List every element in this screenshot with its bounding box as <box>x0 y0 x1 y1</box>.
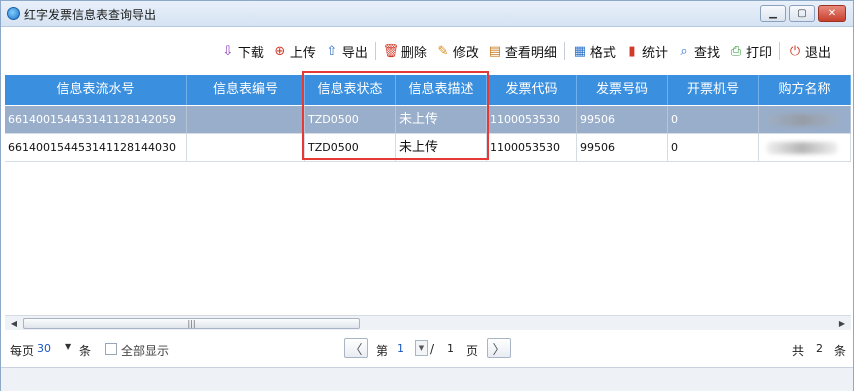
column-header[interactable]: 发票代码 <box>487 75 577 105</box>
trash-icon: 🗑 <box>382 43 400 59</box>
table-cell[interactable] <box>759 106 851 134</box>
redacted-buyer-name <box>766 114 838 126</box>
search-button[interactable]: ⌕ 查找 <box>672 40 724 62</box>
scroll-thumb[interactable]: ||| <box>23 318 360 329</box>
toolbar-separator <box>563 42 565 60</box>
export-button[interactable]: ⇧ 导出 <box>320 40 372 62</box>
upload-icon: ⊕ <box>274 43 286 59</box>
search-label: 查找 <box>693 45 720 61</box>
format-label: 格式 <box>589 45 616 61</box>
toolbar-separator <box>778 42 780 60</box>
total-prefix: 共 <box>792 344 805 358</box>
table-cell[interactable]: 661400154453141128144030 <box>5 134 187 162</box>
print-button[interactable]: ⎙ 打印 <box>724 40 776 62</box>
total-pages: 1 <box>447 342 454 355</box>
show-all-checkbox[interactable] <box>105 343 117 355</box>
edit-button[interactable]: ✎ 修改 <box>431 40 483 62</box>
total-count: 2 <box>816 342 823 355</box>
scroll-left-icon[interactable]: ◀ <box>7 317 21 330</box>
power-icon: ⏻ <box>789 43 801 59</box>
data-grid: 信息表流水号 信息表编号 信息表状态 信息表描述 发票代码 发票号码 开票机号 购方名称 66… <box>5 75 851 315</box>
stats-button[interactable]: ▮ 统计 <box>620 40 672 62</box>
table-row[interactable]: 661400154453141128144030 TZD0500 未上传 110005… <box>5 134 851 162</box>
close-button[interactable]: ✕ <box>818 5 846 22</box>
total-suffix: 条 <box>834 344 847 358</box>
printer-icon: ⎙ <box>730 43 742 59</box>
stats-label: 统计 <box>641 45 668 61</box>
minimize-button[interactable]: ▁ <box>760 5 786 22</box>
table-cell[interactable] <box>187 106 305 134</box>
table-row[interactable]: 661400154453141128142059 TZD0500 未上传 110005… <box>5 106 851 134</box>
column-header[interactable]: 购方名称 <box>759 75 851 105</box>
table-cell[interactable] <box>759 134 851 162</box>
detail-icon: ▤ <box>488 43 502 59</box>
print-label: 打印 <box>745 45 772 61</box>
column-header[interactable]: 信息表流水号 <box>5 75 187 105</box>
maximize-button[interactable]: ▢ <box>789 5 815 22</box>
format-button[interactable]: ▦ 格式 <box>568 40 620 62</box>
edit-icon: ✎ <box>437 43 449 59</box>
table-cell[interactable]: 未上传 <box>396 106 487 134</box>
per-page-label: 每页 <box>10 344 35 358</box>
chevron-down-icon[interactable]: ▼ <box>65 342 71 351</box>
delete-button[interactable]: 🗑 删除 <box>379 40 431 62</box>
column-header[interactable]: 开票机号 <box>668 75 759 105</box>
upload-button[interactable]: ⊕ 上传 <box>268 40 320 62</box>
delete-label: 删除 <box>400 45 427 61</box>
per-page-select[interactable]: 30 <box>37 342 51 355</box>
page-suffix: 页 <box>466 344 479 358</box>
table-cell[interactable]: 0 <box>668 134 759 162</box>
current-page-input[interactable]: 1 <box>397 342 404 355</box>
table-cell[interactable]: 未上传 <box>396 134 487 162</box>
app-logo-icon <box>7 7 20 20</box>
prev-page-button[interactable]: 〈 <box>344 338 368 358</box>
table-cell[interactable]: 0 <box>668 106 759 134</box>
horizontal-scrollbar[interactable]: ◀ ||| ▶ <box>5 315 851 330</box>
status-bar <box>1 367 853 391</box>
page-slash: / <box>430 342 435 356</box>
table-cell[interactable]: TZD0500 <box>305 134 396 162</box>
table-cell[interactable] <box>187 134 305 162</box>
view-detail-button[interactable]: ▤ 查看明细 <box>483 40 561 62</box>
next-page-button[interactable]: 〉 <box>487 338 511 358</box>
column-header[interactable]: 信息表状态 <box>305 75 396 105</box>
per-page-unit: 条 <box>79 344 92 358</box>
download-button[interactable]: ⇩ 下载 <box>216 40 268 62</box>
edit-label: 修改 <box>452 45 479 61</box>
column-header[interactable]: 发票号码 <box>577 75 668 105</box>
upload-label: 上传 <box>289 45 316 61</box>
redacted-buyer-name <box>766 142 838 154</box>
download-icon: ⇩ <box>222 43 234 59</box>
title-bar: 红字发票信息表查询导出 ▁ ▢ ✕ <box>1 1 853 27</box>
export-icon: ⇧ <box>326 43 338 59</box>
pager-bar: 每页 30 ▼ 条 全部显示 〈 第 1 ▼ / 1 页 〉 共 2 条 <box>1 331 853 367</box>
page-dropdown-icon[interactable]: ▼ <box>415 340 428 356</box>
page-prefix: 第 <box>376 344 389 358</box>
table-cell[interactable]: TZD0500 <box>305 106 396 134</box>
download-label: 下载 <box>237 45 264 61</box>
table-cell[interactable]: 99506 <box>577 106 668 134</box>
toolbar: ⇩ 下载 ⊕ 上传 ⇧ 导出 🗑 删除 ✎ 修改 ▤ 查看明细 ▦ 格式 ▮ 统计 ⌕ 查找 ⎙ 打印 ⏻ 退出 <box>216 39 835 63</box>
bar-chart-icon: ▮ <box>628 43 636 59</box>
column-header[interactable]: 信息表编号 <box>187 75 305 105</box>
table-cell[interactable]: 1100053530 <box>487 106 577 134</box>
grid-header: 信息表流水号 信息表编号 信息表状态 信息表描述 发票代码 发票号码 开票机号 购方名称 <box>5 75 851 105</box>
table-cell[interactable]: 1100053530 <box>487 134 577 162</box>
exit-label: 退出 <box>804 45 831 61</box>
window-title: 红字发票信息表查询导出 <box>24 8 157 22</box>
export-label: 导出 <box>341 45 368 61</box>
app-window: 红字发票信息表查询导出 ▁ ▢ ✕ ⇩ 下载 ⊕ 上传 ⇧ 导出 🗑 删除 ✎ 修改 ▤ 查看明细 ▦ 格… <box>0 0 854 391</box>
column-header[interactable]: 信息表描述 <box>396 75 487 105</box>
format-icon: ▦ <box>573 43 587 59</box>
toolbar-separator <box>374 42 376 60</box>
table-cell[interactable]: 99506 <box>577 134 668 162</box>
exit-button[interactable]: ⏻ 退出 <box>783 40 835 62</box>
table-cell[interactable]: 661400154453141128142059 <box>5 106 187 134</box>
scroll-right-icon[interactable]: ▶ <box>835 317 849 330</box>
view-detail-label: 查看明细 <box>504 45 557 61</box>
show-all-label: 全部显示 <box>121 344 170 358</box>
search-icon: ⌕ <box>680 43 688 59</box>
